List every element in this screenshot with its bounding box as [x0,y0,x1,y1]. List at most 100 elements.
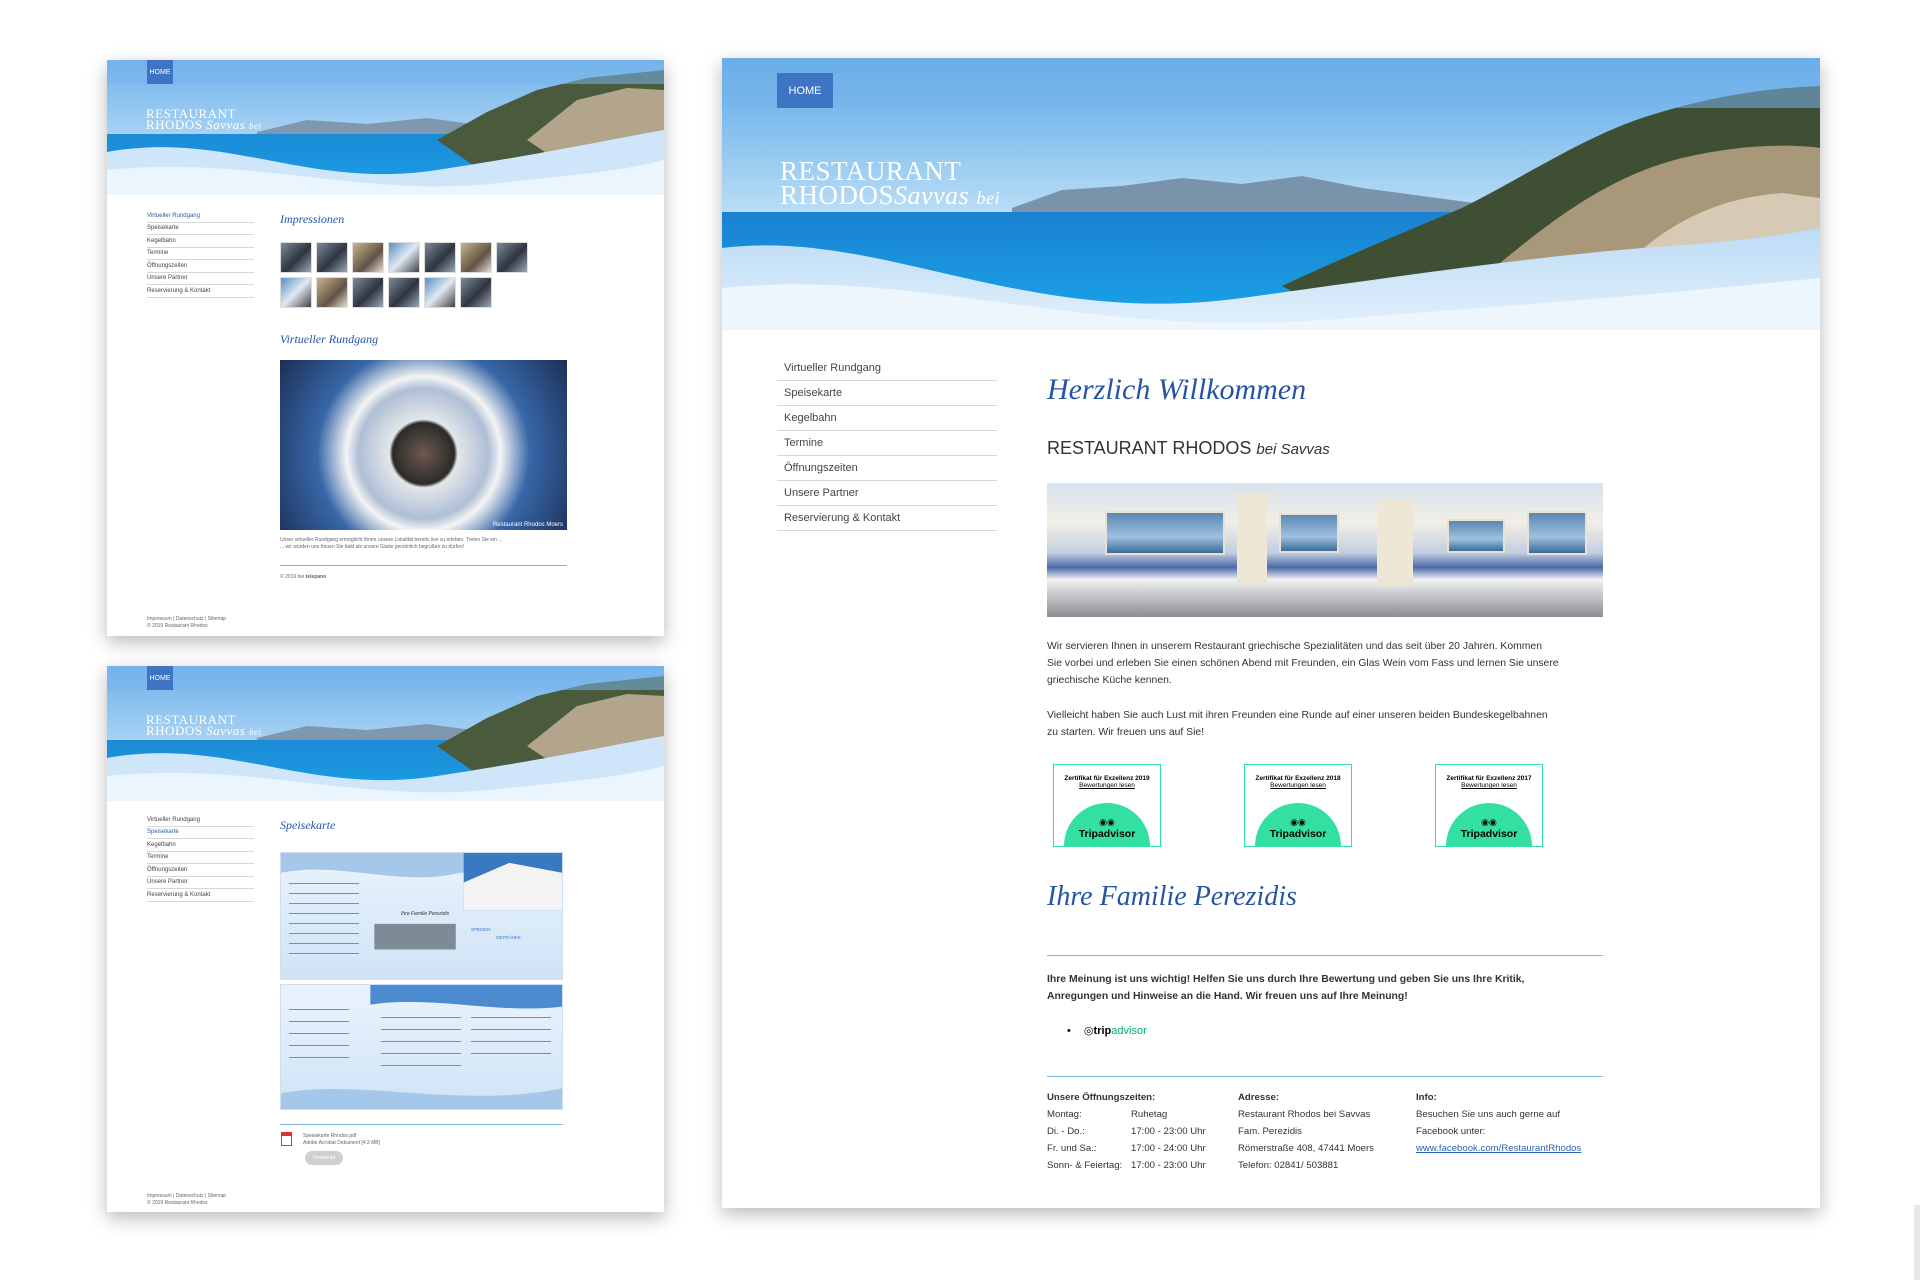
menu-doc-line [289,893,359,894]
hours-row: Sonn- & Feiertag: 17:00 - 23:00 Uhr [1047,1157,1206,1174]
footer: Impressum | Datenschutz | Sitemap © 2019… [147,616,226,630]
menu-item-termine[interactable]: Termine [777,431,997,456]
badge-title: Zertifikat für Exzellenz 2018 [1255,775,1341,782]
gallery-thumb[interactable] [316,277,348,308]
menu-doc-line [381,1053,461,1054]
hours-day: Di. - Do.: [1047,1126,1085,1137]
logo-bei: bei [249,121,262,132]
logo[interactable]: RESTAURANT RHODOS Savvas bei [146,107,262,132]
gallery-thumb[interactable] [352,242,384,273]
footer-links[interactable]: Impressum | Datenschutz | Sitemap [147,616,226,623]
menu-item-partner[interactable]: Unsere Partner [777,481,997,506]
credit-text: © 2019 bei [280,574,305,580]
logo[interactable]: RESTAURANT RHODOSSavvas bei [780,158,1000,210]
footer-copyright: © 2019 Restaurant Rhodos [147,623,208,629]
menu-item-termine[interactable]: Termine [147,852,254,864]
menu-doc-line [289,933,359,934]
menu-item-speisekarte[interactable]: Speisekarte [777,381,997,406]
badge-link[interactable]: Bewertungen lesen [1436,782,1542,789]
gallery-thumb[interactable] [316,242,348,273]
heading-impressionen: Impressionen [280,212,345,226]
restaurant-panorama-image[interactable] [1047,483,1603,617]
download-button[interactable]: Download [305,1151,343,1165]
heading-speisekarte: Speisekarte [280,818,336,832]
panorama-window [1105,511,1225,555]
panorama-window [1279,513,1339,553]
gallery-thumb[interactable] [352,277,384,308]
gallery-thumb[interactable] [424,242,456,273]
menu-doc-getraenke: GETRÄNKE [496,935,521,940]
gallery-thumb[interactable] [460,242,492,273]
credit-brand[interactable]: telepano [306,574,327,580]
menu-doc-line [471,1029,551,1030]
gallery-thumb[interactable] [280,277,312,308]
menu-item-kegelbahn[interactable]: Kegelbahn [777,406,997,431]
gallery-thumb[interactable] [388,242,420,273]
badge-brand: Tripadvisor [1460,828,1518,840]
tour-caption: Restaurant Rhodos Moers [492,522,563,528]
tripadvisor-link[interactable]: • ◎tripadvisor [1067,1024,1147,1037]
menu-page-2-image[interactable] [280,984,563,1110]
gallery-thumb[interactable] [388,277,420,308]
menu-page-1-image[interactable]: Ihre Familie Perezidis SPEISEN GETRÄNKE [280,852,563,980]
kegel-line: Vielleicht haben Sie auch Lust mit ihren… [1047,710,1548,721]
menu-item-kontakt[interactable]: Reservierung & Kontakt [777,506,997,531]
gallery-thumb[interactable] [460,277,492,308]
tripadvisor-owl-icon: ◉◉ [1099,817,1115,827]
panorama-arch [1237,493,1267,583]
ta-advisor: advisor [1111,1025,1147,1037]
logo-savvas: Savvas [894,180,970,210]
menu-doc-line [289,1033,349,1034]
badge-link[interactable]: Bewertungen lesen [1245,782,1351,789]
tripadvisor-badge-2019[interactable]: Zertifikat für Exzellenz 2019 Bewertunge… [1053,764,1161,847]
menu-doc-line [289,1057,349,1058]
pdf-file-name[interactable]: Speisekarte Rhodos.pdf [303,1133,380,1140]
badge-brand: Tripadvisor [1078,828,1136,840]
menu-item-speisekarte[interactable]: Speisekarte [147,223,254,235]
home-tab[interactable]: HOME [147,666,173,690]
home-tab[interactable]: HOME [777,73,833,108]
hours-time: Ruhetag [1131,1109,1168,1120]
hours-day: Sonn- & Feiertag: [1047,1160,1123,1171]
divider [1047,1076,1603,1077]
menu-item-partner[interactable]: Unsere Partner [147,877,254,889]
menu-item-kontakt[interactable]: Reservierung & Kontakt [147,285,254,298]
badge-title: Zertifikat für Exzellenz 2017 [1446,775,1532,782]
info: Info: Besuchen Sie uns auch gerne auf Fa… [1416,1089,1581,1157]
home-tab[interactable]: HOME [147,60,173,84]
gallery-thumb[interactable] [280,242,312,273]
impressionen-gallery [280,242,528,308]
menu-doc-line [289,903,359,904]
menu-item-rundgang[interactable]: Virtueller Rundgang [777,356,997,381]
virtual-tour-viewer[interactable]: Restaurant Rhodos Moers [280,360,567,530]
facebook-link[interactable]: www.facebook.com/RestaurantRhodos [1416,1140,1581,1157]
address-heading: Adresse: [1238,1092,1280,1103]
menu-item-kegelbahn[interactable]: Kegelbahn [147,235,254,248]
menu-item-rundgang[interactable]: Virtueller Rundgang [147,210,254,223]
menu-doc-line [289,1021,349,1022]
hours-time: 17:00 - 23:00 Uhr [1131,1126,1206,1137]
tour-text-1: Unser virtueller Rundgang ermöglicht Ihn… [280,537,503,543]
tripadvisor-badge-2017[interactable]: Zertifikat für Exzellenz 2017 Bewertunge… [1435,764,1543,847]
footer-links[interactable]: Impressum | Datenschutz | Sitemap [147,1193,226,1200]
menu-item-termine[interactable]: Termine [147,248,254,260]
menu-item-kegelbahn[interactable]: Kegelbahn [147,839,254,852]
footer: Impressum | Datenschutz | Sitemap © 2019… [147,1193,226,1207]
gallery-thumb[interactable] [496,242,528,273]
menu-item-rundgang[interactable]: Virtueller Rundgang [147,814,254,827]
menu-item-oeffnungszeiten[interactable]: Öffnungszeiten [777,456,997,481]
menu-item-oeffnungszeiten[interactable]: Öffnungszeiten [147,864,254,877]
menu-item-speisekarte[interactable]: Speisekarte [147,827,254,839]
tripadvisor-badge-2018[interactable]: Zertifikat für Exzellenz 2018 Bewertunge… [1244,764,1352,847]
menu-item-partner[interactable]: Unsere Partner [147,273,254,285]
pdf-file-type: Adobe Acrobat Dokument [4.3 MB] [303,1140,380,1146]
menu-item-kontakt[interactable]: Reservierung & Kontakt [147,889,254,902]
logo[interactable]: RESTAURANT RHODOS Savvas bei [146,713,262,738]
opening-hours: Unsere Öffnungszeiten: Montag: Ruhetag Di… [1047,1089,1206,1174]
badge-link[interactable]: Bewertungen lesen [1054,782,1160,789]
menu-item-oeffnungszeiten[interactable]: Öffnungszeiten [147,260,254,273]
menu-doc-line [381,1029,461,1030]
page-preview-speisekarte: HOME RESTAURANT RHODOS Savvas bei Virtue… [107,666,664,1212]
intro-paragraph: Wir servieren Ihnen in unserem Restauran… [1047,638,1627,689]
gallery-thumb[interactable] [424,277,456,308]
